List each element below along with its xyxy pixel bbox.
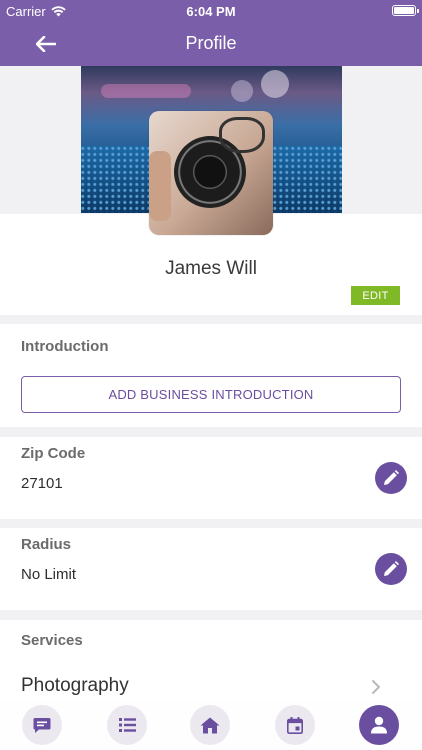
introduction-section: Introduction ADD BUSINESS INTRODUCTION xyxy=(0,324,422,427)
service-item-photography[interactable]: Photography xyxy=(21,675,129,697)
bottom-tab-bar xyxy=(0,700,422,750)
profile-avatar[interactable] xyxy=(149,111,273,235)
edit-zip-code-button[interactable] xyxy=(375,462,407,494)
introduction-label: Introduction xyxy=(21,338,109,355)
tab-profile[interactable] xyxy=(359,705,399,745)
status-bar: Carrier 6:04 PM xyxy=(0,0,422,22)
battery-icon xyxy=(392,5,419,16)
pencil-icon xyxy=(384,470,399,485)
chevron-right-icon[interactable] xyxy=(369,677,383,697)
radius-label: Radius xyxy=(21,536,72,553)
tab-messages[interactable] xyxy=(22,705,62,745)
radius-value: No Limit xyxy=(21,566,77,583)
page-title: Profile xyxy=(185,33,237,53)
list-icon xyxy=(118,718,136,732)
edit-radius-button[interactable] xyxy=(375,553,407,585)
add-business-introduction-button[interactable]: ADD BUSINESS INTRODUCTION xyxy=(21,376,401,413)
zip-code-value: 27101 xyxy=(21,475,63,492)
services-label: Services xyxy=(21,632,83,649)
chat-icon xyxy=(33,717,51,733)
status-time: 6:04 PM xyxy=(186,4,236,19)
home-icon xyxy=(200,717,220,733)
user-icon xyxy=(371,716,387,734)
tab-list[interactable] xyxy=(107,705,147,745)
radius-section: Radius No Limit xyxy=(0,528,422,610)
pencil-icon xyxy=(384,561,399,576)
zip-code-label: Zip Code xyxy=(21,445,86,462)
services-section: Services Photography xyxy=(0,620,422,700)
edit-profile-button[interactable]: EDIT xyxy=(351,286,400,305)
navigation-bar: Profile xyxy=(0,22,422,66)
profile-name: James Will xyxy=(165,258,257,279)
tab-home[interactable] xyxy=(190,705,230,745)
zip-code-section: Zip Code 27101 xyxy=(0,437,422,519)
calendar-icon xyxy=(287,716,303,734)
tab-calendar[interactable] xyxy=(275,705,315,745)
